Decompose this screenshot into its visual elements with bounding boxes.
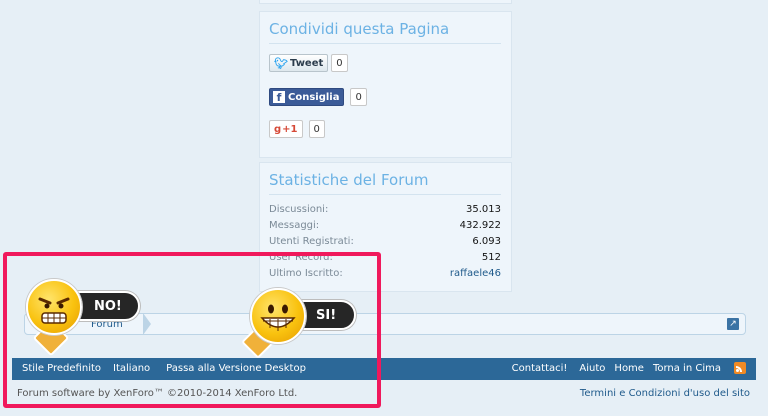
stat-row: User Record: 512 <box>269 252 501 267</box>
like-count: 0 <box>350 88 367 106</box>
twitter-bird-icon: 🐦︎ <box>274 56 288 70</box>
no-label: NO! <box>94 298 122 314</box>
stat-label: User Record: <box>269 252 333 263</box>
tweet-label: Tweet <box>289 57 324 69</box>
footer-bar: Stile Predefinito Italiano Passa alla Ve… <box>12 358 756 380</box>
angry-face-icon <box>26 279 82 335</box>
yes-label: SI! <box>316 307 337 323</box>
like-row: f Consiglia 0 <box>269 87 367 107</box>
footer-right-links: Contattaci! Aiuto Home Torna in Cima <box>512 362 746 374</box>
stat-label: Utenti Registrati: <box>269 236 354 247</box>
stat-value: 512 <box>481 252 501 263</box>
contact-link[interactable]: Contattaci! <box>512 363 568 374</box>
grinning-face-icon <box>250 288 306 344</box>
jump-to-icon[interactable]: ↗ <box>727 318 739 330</box>
facebook-like-button[interactable]: f Consiglia <box>269 88 345 106</box>
google-plus-button[interactable]: g +1 <box>269 120 303 138</box>
tweet-button[interactable]: 🐦︎ Tweet <box>269 54 329 72</box>
no-sticker: NO! <box>26 279 146 359</box>
home-link[interactable]: Home <box>614 363 644 374</box>
sidebar-panel-top <box>259 0 512 4</box>
stat-value: 6.093 <box>472 236 501 247</box>
latest-member-link[interactable]: raffaele46 <box>450 268 501 283</box>
share-panel-title: Condividi questa Pagina <box>269 20 501 44</box>
forum-stats-panel: Statistiche del Forum Discussioni: 35.01… <box>259 162 512 292</box>
like-label: Consiglia <box>288 91 340 103</box>
style-chooser-link[interactable]: Stile Predefinito <box>22 363 101 374</box>
tweet-row: 🐦︎ Tweet 0 <box>269 53 348 73</box>
help-link[interactable]: Aiuto <box>579 363 605 374</box>
rss-icon[interactable] <box>734 362 746 374</box>
stat-row: Messaggi: 432.922 <box>269 220 501 235</box>
stat-label: Discussioni: <box>269 204 329 215</box>
tweet-count: 0 <box>331 54 348 72</box>
facebook-icon: f <box>273 91 285 103</box>
terms-link[interactable]: Termini e Condizioni d'uso del sito <box>580 388 750 399</box>
yes-sticker: SI! <box>241 288 364 368</box>
stat-value: 35.013 <box>466 204 501 215</box>
stat-label: Ultimo Iscritto: <box>269 268 343 279</box>
stat-value: 432.922 <box>459 220 501 231</box>
stats-panel-title: Statistiche del Forum <box>269 171 501 195</box>
plusone-count: 0 <box>308 120 325 138</box>
language-chooser-link[interactable]: Italiano <box>113 363 150 374</box>
share-panel: Condividi questa Pagina 🐦︎ Tweet 0 f Con… <box>259 11 512 158</box>
stat-row: Ultimo Iscritto: raffaele46 <box>269 268 501 283</box>
grinning-face-features <box>260 304 296 331</box>
plusone-label: +1 <box>282 123 298 135</box>
stat-row: Utenti Registrati: 6.093 <box>269 236 501 251</box>
plusone-row: g +1 0 <box>269 119 325 139</box>
google-plus-icon: g <box>274 123 282 135</box>
back-to-top-link[interactable]: Torna in Cima <box>653 363 721 374</box>
angry-face-features <box>38 297 70 324</box>
stat-row: Discussioni: 35.013 <box>269 204 501 219</box>
stat-label: Messaggi: <box>269 220 320 231</box>
copyright-text: Forum software by XenForo™ ©2010-2014 Xe… <box>17 388 298 399</box>
